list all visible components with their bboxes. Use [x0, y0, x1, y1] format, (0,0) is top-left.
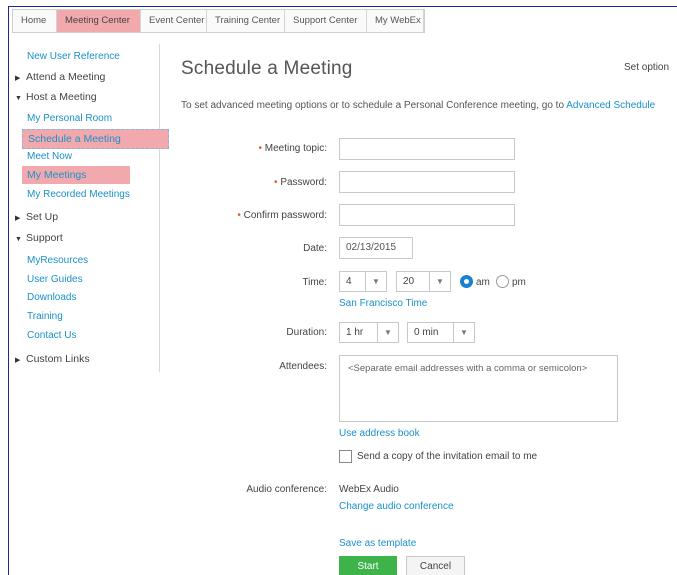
confirm-password-input[interactable]	[339, 204, 515, 226]
sidebar-item-custom-links[interactable]: ▶ Custom Links	[15, 353, 90, 365]
sidebar-item-my-meetings[interactable]: My Meetings	[22, 166, 130, 184]
sidebar-item-training[interactable]: Training	[27, 311, 63, 322]
minute-select[interactable]: 20 ▼	[396, 271, 451, 292]
tab-my-webex[interactable]: My WebEx	[367, 10, 424, 32]
cancel-button[interactable]: Cancel	[406, 556, 465, 575]
sidebar-item-my-personal-room[interactable]: My Personal Room	[27, 113, 112, 124]
am-radio[interactable]	[460, 275, 473, 288]
pm-radio[interactable]	[496, 275, 509, 288]
confirm-password-label-text: Confirm password:	[243, 210, 327, 221]
sidebar-item-contact-us[interactable]: Contact Us	[27, 330, 76, 341]
sidebar-item-downloads[interactable]: Downloads	[27, 292, 76, 303]
sidebar-item-support[interactable]: ▼ Support	[15, 232, 63, 244]
set-options-link[interactable]: Set option	[624, 62, 669, 73]
duration-label: Duration:	[286, 327, 327, 338]
sidebar-item-label: Attend a Meeting	[26, 71, 106, 83]
sidebar-item-my-resources[interactable]: MyResources	[27, 255, 88, 266]
duration-hours-value: 1 hr	[346, 327, 364, 338]
confirm-password-label: • Confirm password:	[237, 210, 327, 221]
sidebar-item-label: Set Up	[26, 211, 59, 223]
duration-minutes-value: 0 min	[414, 327, 439, 338]
date-field[interactable]: 02/13/2015	[339, 237, 413, 259]
sidebar-item-host-meeting[interactable]: ▼ Host a Meeting	[15, 91, 97, 103]
intro-text: To set advanced meeting options or to sc…	[181, 100, 655, 111]
advanced-scheduler-link[interactable]: Advanced Schedule	[566, 100, 655, 111]
duration-minutes-select[interactable]: 0 min ▼	[407, 322, 475, 343]
sidebar-item-label: Host a Meeting	[26, 91, 97, 103]
chevron-right-icon: ▶	[15, 215, 21, 222]
password-label: • Password:	[274, 177, 327, 188]
chevron-down-icon: ▼	[453, 323, 474, 342]
meeting-topic-input[interactable]	[339, 138, 515, 160]
meeting-topic-label-text: Meeting topic:	[264, 143, 327, 154]
hour-select[interactable]: 4 ▼	[339, 271, 387, 292]
sidebar-item-set-up[interactable]: ▶ Set Up	[15, 211, 58, 223]
date-label: Date:	[303, 243, 327, 254]
sidebar-item-label: Support	[26, 232, 63, 244]
chevron-down-icon: ▼	[365, 272, 386, 291]
save-as-template-link[interactable]: Save as template	[339, 538, 416, 549]
password-input[interactable]	[339, 171, 515, 193]
audio-conference-value: WebEx Audio	[339, 484, 399, 495]
sidebar-item-schedule-meeting[interactable]: Schedule a Meeting	[22, 129, 169, 149]
pm-label: pm	[512, 277, 526, 288]
tab-event-center[interactable]: Event Center	[141, 10, 207, 32]
tab-meeting-center[interactable]: Meeting Center	[57, 10, 141, 32]
intro-text-body: To set advanced meeting options or to sc…	[181, 100, 567, 111]
sidebar-item-my-recorded-meetings[interactable]: My Recorded Meetings	[27, 189, 130, 200]
chevron-down-icon: ▼	[429, 272, 450, 291]
attendees-label: Attendees:	[279, 361, 327, 372]
sidebar-item-user-guides[interactable]: User Guides	[27, 274, 83, 285]
attendees-input[interactable]: <Separate email addresses with a comma o…	[339, 355, 618, 422]
audio-conference-label: Audio conference:	[246, 484, 327, 495]
meeting-topic-label: • Meeting topic:	[258, 143, 327, 154]
minute-value: 20	[403, 276, 415, 287]
chevron-down-icon: ▼	[15, 95, 22, 102]
time-label: Time:	[302, 277, 327, 288]
password-label-text: Password:	[280, 177, 327, 188]
chevron-down-icon: ▼	[377, 323, 398, 342]
sidebar: New User Reference ▶ Attend a Meeting ▼ Ho…	[12, 44, 169, 372]
tab-home[interactable]: Home	[13, 10, 57, 32]
sidebar-item-meet-now[interactable]: Meet Now	[27, 151, 72, 162]
start-button[interactable]: Start	[339, 556, 397, 575]
sidebar-item-attend-meeting[interactable]: ▶ Attend a Meeting	[15, 71, 105, 83]
am-label: am	[476, 277, 490, 288]
chevron-right-icon: ▶	[15, 75, 21, 82]
hour-value: 4	[346, 276, 352, 287]
sidebar-item-label: Schedule a Meeting	[28, 133, 121, 145]
change-audio-conference-link[interactable]: Change audio conference	[339, 501, 454, 512]
timezone-link[interactable]: San Francisco Time	[339, 298, 427, 309]
tab-training-center[interactable]: Training Center	[207, 10, 285, 32]
use-address-book-link[interactable]: Use address book	[339, 428, 420, 439]
duration-hours-select[interactable]: 1 hr ▼	[339, 322, 399, 343]
sidebar-item-label: Custom Links	[26, 353, 90, 365]
sidebar-item-label: My Meetings	[27, 169, 87, 181]
sidebar-item-new-user-reference[interactable]: New User Reference	[27, 51, 120, 62]
tab-support-center[interactable]: Support Center	[285, 10, 367, 32]
chevron-down-icon: ▼	[15, 236, 22, 243]
chevron-right-icon: ▶	[15, 357, 21, 364]
top-tab-bar: Home Meeting Center Event Center Trainin…	[12, 9, 425, 33]
send-copy-label: Send a copy of the invitation email to m…	[357, 451, 538, 462]
page-title: Schedule a Meeting	[181, 58, 353, 79]
send-copy-checkbox[interactable]	[339, 450, 352, 463]
